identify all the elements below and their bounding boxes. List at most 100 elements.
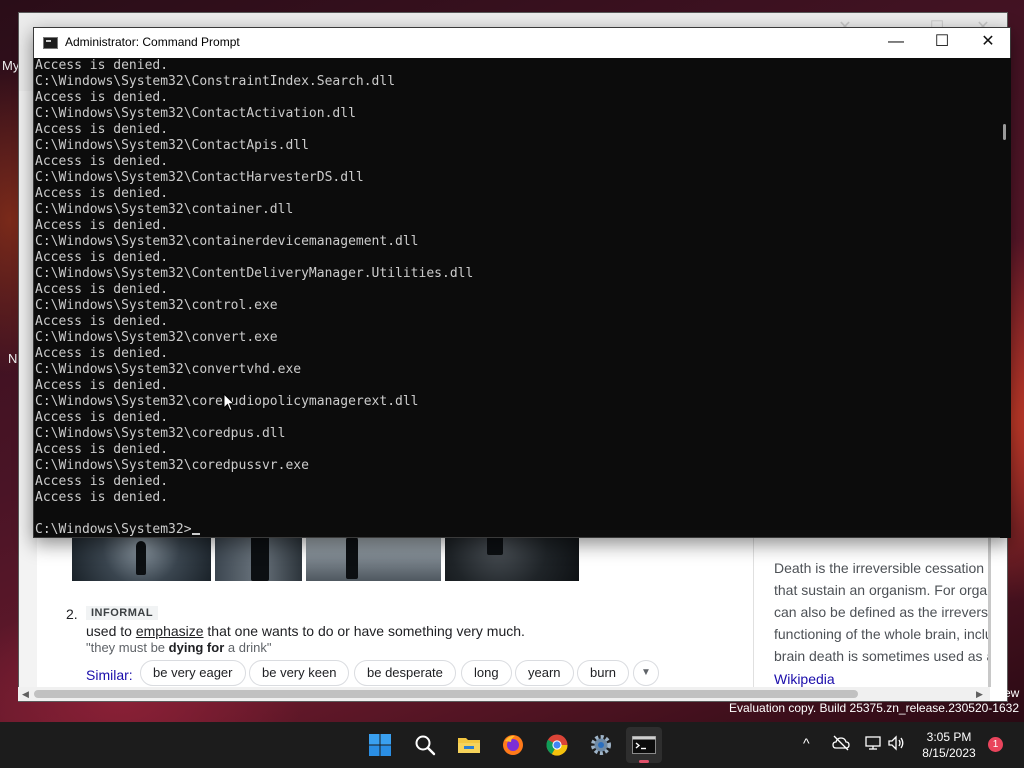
similar-chip[interactable]: be desperate	[354, 660, 456, 686]
cmd-output-line: C:\Windows\System32\convert.exe	[35, 330, 278, 345]
cmd-output-line: C:\Windows\System32\ConstraintIndex.Sear…	[35, 74, 396, 89]
figure-silhouette	[346, 535, 358, 579]
definition-tag: INFORMAL	[86, 606, 159, 620]
similar-chip[interactable]: long	[461, 660, 512, 686]
command-prompt-window[interactable]: Administrator: Command Prompt — ☐ ✕ Acce…	[33, 27, 1011, 538]
cmd-output-line: C:\Windows\System32\ContentDeliveryManag…	[35, 266, 474, 281]
active-app-indicator	[639, 760, 649, 763]
search-icon	[415, 735, 436, 756]
cmd-output-line: Access is denied.	[35, 250, 169, 265]
cmd-output-line: Access is denied.	[35, 442, 169, 457]
cmd-output-line: C:\Windows\System32\ContactActivation.dl…	[35, 106, 356, 121]
cmd-output-line: C:\Windows\System32\convertvhd.exe	[35, 362, 302, 377]
desktop-edge-label: N	[8, 351, 18, 366]
knowledge-panel: Death is the irreversible cessation that…	[753, 537, 989, 687]
similar-chip[interactable]: be very keen	[249, 660, 350, 686]
cmd-scrollbar-thumb[interactable]	[1003, 124, 1006, 140]
minimize-button[interactable]: —	[873, 28, 919, 58]
cmd-output-line: Access is denied.	[35, 410, 169, 425]
horizontal-scrollbar[interactable]: ◀ ▶	[18, 687, 990, 701]
maximize-button[interactable]: ☐	[919, 28, 965, 58]
cmd-output-line: Access is denied.	[35, 346, 169, 361]
cmd-output-line: Access is denied.	[35, 490, 169, 505]
cmd-output-line: C:\Windows\System32\coreaudiopolicymanag…	[35, 394, 1000, 410]
terminal-button[interactable]	[626, 727, 662, 763]
cloud-offline-icon[interactable]	[832, 735, 850, 751]
close-button[interactable]: ✕	[965, 28, 1011, 58]
cmd-output-line: C:\Windows\System32\container.dll	[35, 202, 294, 217]
chrome-button[interactable]	[539, 727, 575, 763]
firefox-icon	[503, 735, 523, 755]
similar-chip[interactable]: burn	[577, 660, 630, 686]
start-button[interactable]	[362, 727, 398, 763]
scroll-left-icon[interactable]: ◀	[22, 687, 29, 701]
definition-link[interactable]: emphasize	[136, 623, 204, 639]
gear-icon	[591, 735, 611, 755]
volume-icon[interactable]	[887, 735, 905, 751]
definition-text-end: that one wants to do or have something v…	[203, 623, 525, 639]
figure-silhouette	[136, 541, 146, 575]
chrome-icon	[546, 734, 568, 756]
evaluation-watermark: Evaluation copy. Build 25375.zn_release.…	[729, 701, 1019, 715]
figure-silhouette	[251, 533, 269, 581]
taskbar: ^ 3:05 PM 8/15/2023 1	[0, 722, 1024, 768]
desktop-edge-label: My	[2, 58, 20, 73]
notification-badge[interactable]: 1	[988, 737, 1003, 752]
scrollbar-thumb[interactable]	[34, 690, 858, 698]
windows-logo-icon	[369, 734, 391, 756]
clock-time: 3:05 PM	[926, 730, 972, 744]
knowledge-text-line: can also be defined as the irrevers	[774, 604, 989, 620]
text-cursor	[191, 533, 200, 535]
cmd-output-line: Access is denied.	[35, 90, 169, 105]
cmd-output[interactable]: Access is denied. C:\Windows\System32\Co…	[34, 58, 1000, 538]
cmd-output-line: C:\Windows\System32\coredpus.dll	[35, 426, 286, 441]
cmd-prompt: C:\Windows\System32>	[35, 522, 192, 537]
cmd-output-line: C:\Windows\System32\containerdevicemanag…	[35, 234, 419, 249]
network-icon[interactable]	[864, 735, 882, 751]
knowledge-text-line: functioning of the whole brain, inclu	[774, 626, 989, 642]
similar-chip[interactable]: yearn	[515, 660, 574, 686]
knowledge-text-line: Death is the irreversible cessation	[774, 560, 985, 576]
mouse-pointer-icon	[223, 393, 235, 412]
page-scrollbar[interactable]	[988, 537, 991, 687]
cmd-title-bar[interactable]: Administrator: Command Prompt — ☐ ✕	[34, 28, 1010, 58]
definition-text-start: used to	[86, 623, 136, 639]
cmd-output-line: Access is denied.	[35, 58, 169, 73]
settings-button[interactable]	[583, 727, 619, 763]
taskbar-clock[interactable]: 3:05 PM 8/15/2023	[916, 729, 982, 761]
wikipedia-link[interactable]: Wikipedia	[774, 671, 835, 687]
search-button[interactable]	[407, 727, 443, 763]
chevron-down-icon[interactable]: ▼	[633, 660, 659, 686]
similar-chip[interactable]: be very eager	[140, 660, 246, 686]
cmd-output-line: Access is denied.	[35, 218, 169, 233]
cmd-output-line: C:\Windows\System32\coredpussvr.exe	[35, 458, 309, 473]
show-hidden-icons-button[interactable]: ^	[803, 735, 810, 751]
cmd-output-line: Access is denied.	[35, 314, 169, 329]
file-explorer-button[interactable]	[451, 727, 487, 763]
cmd-output-line: Access is denied.	[35, 154, 169, 169]
example-start: "they must be	[86, 640, 169, 655]
browser-edge-text: ew	[1004, 686, 1020, 700]
scroll-right-icon[interactable]: ▶	[976, 687, 983, 701]
cmd-output-line: Access is denied.	[35, 186, 169, 201]
terminal-icon	[632, 736, 656, 754]
cmd-scrollbar[interactable]	[1000, 58, 1011, 538]
cmd-output-line: Access is denied.	[35, 122, 169, 137]
cmd-output-line: C:\Windows\System32\ContactApis.dll	[35, 138, 309, 153]
definition-text: used to emphasize that one wants to do o…	[86, 623, 525, 639]
folder-icon	[458, 738, 480, 753]
cmd-output-line: C:\Windows\System32\control.exe	[35, 298, 278, 313]
clock-date: 8/15/2023	[922, 746, 976, 760]
cmd-output-line: Access is denied.	[35, 474, 169, 489]
knowledge-text-line: brain death is sometimes used as a	[774, 648, 989, 664]
cmd-prompt-line[interactable]: C:\Windows\System32>	[35, 522, 1000, 538]
cmd-output-line: C:\Windows\System32\ContactHarvesterDS.d…	[35, 170, 364, 185]
cmd-output-line: Access is denied.	[35, 378, 169, 393]
knowledge-text-line: that sustain an organism. For organ	[774, 582, 989, 598]
firefox-button[interactable]	[495, 727, 531, 763]
definition-example: "they must be dying for a drink"	[86, 640, 272, 655]
console-icon	[43, 37, 58, 49]
cmd-output-line	[35, 506, 1000, 522]
example-end: a drink"	[224, 640, 272, 655]
cmd-output-line: Access is denied.	[35, 282, 169, 297]
